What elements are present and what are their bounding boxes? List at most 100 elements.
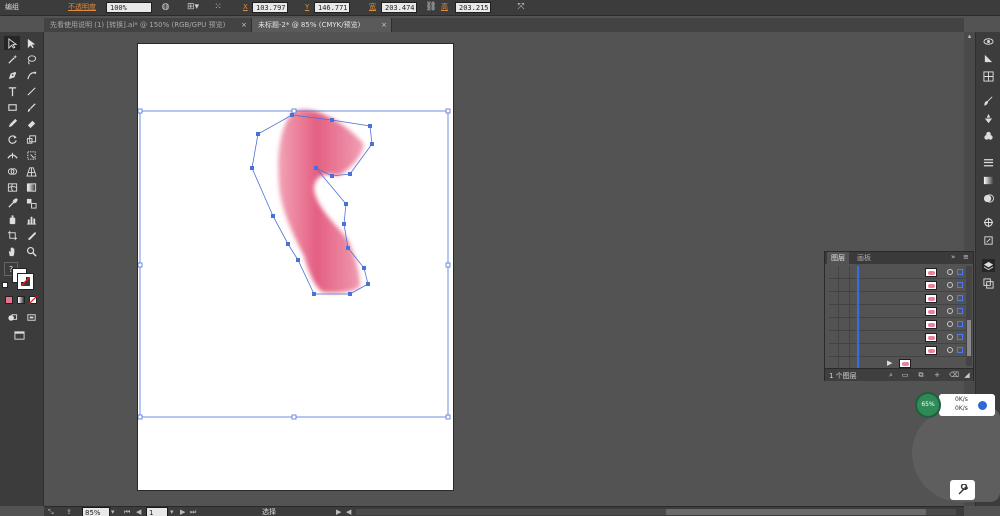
opacity-field[interactable]: 100% <box>106 2 152 13</box>
artboard-number-field[interactable]: 1 <box>146 507 168 516</box>
direct-selection-tool-icon[interactable] <box>23 36 39 50</box>
layer-row[interactable] <box>829 279 966 292</box>
swatches-icon[interactable] <box>982 130 995 143</box>
line-segment-icon[interactable] <box>23 84 39 98</box>
color-mode-icon[interactable] <box>5 296 13 304</box>
lasso-icon[interactable] <box>23 52 39 66</box>
width-label[interactable]: 宽 <box>369 2 376 13</box>
layer-row[interactable] <box>829 292 966 305</box>
layer-row[interactable] <box>829 305 966 318</box>
previous-artboard-icon[interactable]: ◀ <box>136 507 141 516</box>
reference-point-icon[interactable]: ⁙ <box>212 2 224 13</box>
width-field[interactable]: 203.474 <box>381 2 417 13</box>
memory-usage-circle[interactable]: 65% <box>915 392 941 418</box>
opacity-label[interactable]: 不透明度 <box>68 2 96 13</box>
stroke-icon[interactable] <box>982 156 995 169</box>
height-label[interactable]: 高 <box>441 2 448 13</box>
width-tool-icon[interactable] <box>4 148 20 162</box>
x-label[interactable]: X <box>243 2 248 13</box>
new-sublayer-icon[interactable]: ⧉ <box>917 372 925 379</box>
column-graph-icon[interactable] <box>23 212 39 226</box>
new-layer-icon[interactable]: + <box>933 372 941 379</box>
transform-icon[interactable]: ⤧ <box>515 2 527 13</box>
close-icon[interactable]: × <box>241 18 247 32</box>
locate-object-icon[interactable]: ⌕ <box>887 372 895 379</box>
pink-brush-shape[interactable] <box>278 109 364 293</box>
layers-scrollbar[interactable] <box>966 266 972 366</box>
resize-grip-icon[interactable]: ◢ <box>963 372 971 379</box>
layers-list[interactable]: ▶ <box>829 266 966 370</box>
blend-tool-icon[interactable] <box>23 196 39 210</box>
clipping-mask-icon[interactable]: ▭ <box>901 372 909 379</box>
expand-arrow-icon[interactable]: ▶ <box>887 359 892 367</box>
gradient-tool-icon[interactable] <box>23 180 39 194</box>
free-transform-icon[interactable] <box>23 148 39 162</box>
tab-document-1[interactable]: 先看使用说明 (1) [转换].ai* @ 150% (RGB/GPU 预览) … <box>44 18 252 32</box>
paintbrush-icon[interactable] <box>23 100 39 114</box>
network-speed-widget[interactable]: 0K/s 0K/s 65% <box>915 392 995 418</box>
scroll-up-icon[interactable]: ▴ <box>966 32 973 40</box>
layer-row[interactable] <box>829 266 966 279</box>
horizontal-scroll-thumb[interactable] <box>666 509 926 515</box>
artboard-dropdown-icon[interactable]: ▾ <box>170 507 174 516</box>
type-tool-icon[interactable] <box>4 84 20 98</box>
height-field[interactable]: 203.215 <box>455 2 491 13</box>
scroll-left-icon[interactable]: ◀ <box>346 507 351 516</box>
transparency-icon[interactable] <box>982 192 995 205</box>
draw-mode-icon[interactable] <box>4 310 20 324</box>
align-icon[interactable] <box>982 216 995 229</box>
shape-builder-icon[interactable] <box>4 164 20 178</box>
selection-tool-icon[interactable] <box>4 36 20 50</box>
artboard[interactable] <box>137 43 454 491</box>
next-artboard-icon[interactable]: ▶ <box>180 507 185 516</box>
layer-row[interactable] <box>829 318 966 331</box>
stroke-swatch[interactable] <box>17 273 34 290</box>
scale-tool-icon[interactable] <box>23 132 39 146</box>
tab-document-2[interactable]: 未标题-2* @ 85% (CMYK/预览) × <box>252 18 392 32</box>
x-field[interactable]: 103.797 <box>252 2 288 13</box>
eyedropper-icon[interactable] <box>4 196 20 210</box>
status-menu-icon[interactable]: ▶ <box>336 507 341 516</box>
layer-row[interactable] <box>829 344 966 357</box>
hand-tool-icon[interactable] <box>4 244 20 258</box>
layer-row[interactable] <box>829 331 966 344</box>
y-label[interactable]: Y <box>305 2 309 13</box>
fill-stroke-widget[interactable] <box>12 268 34 290</box>
draw-inside-icon[interactable] <box>23 310 39 324</box>
transform-icon[interactable] <box>982 234 995 247</box>
magic-wand-icon[interactable] <box>4 52 20 66</box>
pencil-icon[interactable] <box>4 116 20 130</box>
share-icon[interactable]: ⇪ <box>66 507 72 516</box>
default-colors-icon[interactable] <box>2 282 8 288</box>
pen-tool-icon[interactable] <box>4 68 20 82</box>
rectangle-tool-icon[interactable] <box>4 100 20 114</box>
slice-tool-icon[interactable] <box>23 228 39 242</box>
align-dropdown-icon[interactable]: ⊞▾ <box>185 2 201 13</box>
recolor-icon[interactable]: ◍ <box>160 2 171 13</box>
perspective-grid-icon[interactable] <box>23 164 39 178</box>
appearance-icon[interactable] <box>982 35 995 48</box>
zoom-dropdown-icon[interactable]: ▾ <box>111 507 115 516</box>
artboards-icon[interactable] <box>982 277 995 290</box>
panel-menu-icon[interactable]: ≡ <box>963 253 969 261</box>
first-artboard-icon[interactable]: ⏮ <box>124 507 130 516</box>
color-guide-icon[interactable] <box>982 70 995 83</box>
horizontal-scrollbar[interactable] <box>356 509 956 515</box>
last-artboard-icon[interactable]: ⏭ <box>190 507 196 516</box>
constrain-proportions-icon[interactable]: ⛓ <box>425 2 437 13</box>
symbol-sprayer-icon[interactable] <box>4 212 20 226</box>
collapse-icon[interactable]: » <box>951 253 955 261</box>
mesh-tool-icon[interactable] <box>4 180 20 194</box>
none-mode-icon[interactable] <box>29 296 37 304</box>
brushes-icon[interactable] <box>982 94 995 107</box>
tab-artboards[interactable]: 画板 <box>853 252 875 264</box>
curvature-tool-icon[interactable] <box>23 68 39 82</box>
gradient-icon[interactable] <box>982 174 995 187</box>
wrench-icon[interactable] <box>950 480 975 500</box>
document-info-icon[interactable]: ⤡ <box>48 507 54 516</box>
artboard-tool-icon[interactable] <box>4 228 20 242</box>
zoom-tool-icon[interactable] <box>23 244 39 258</box>
delete-layer-icon[interactable]: ⌫ <box>949 372 959 379</box>
rotate-tool-icon[interactable] <box>4 132 20 146</box>
eraser-icon[interactable] <box>23 116 39 130</box>
